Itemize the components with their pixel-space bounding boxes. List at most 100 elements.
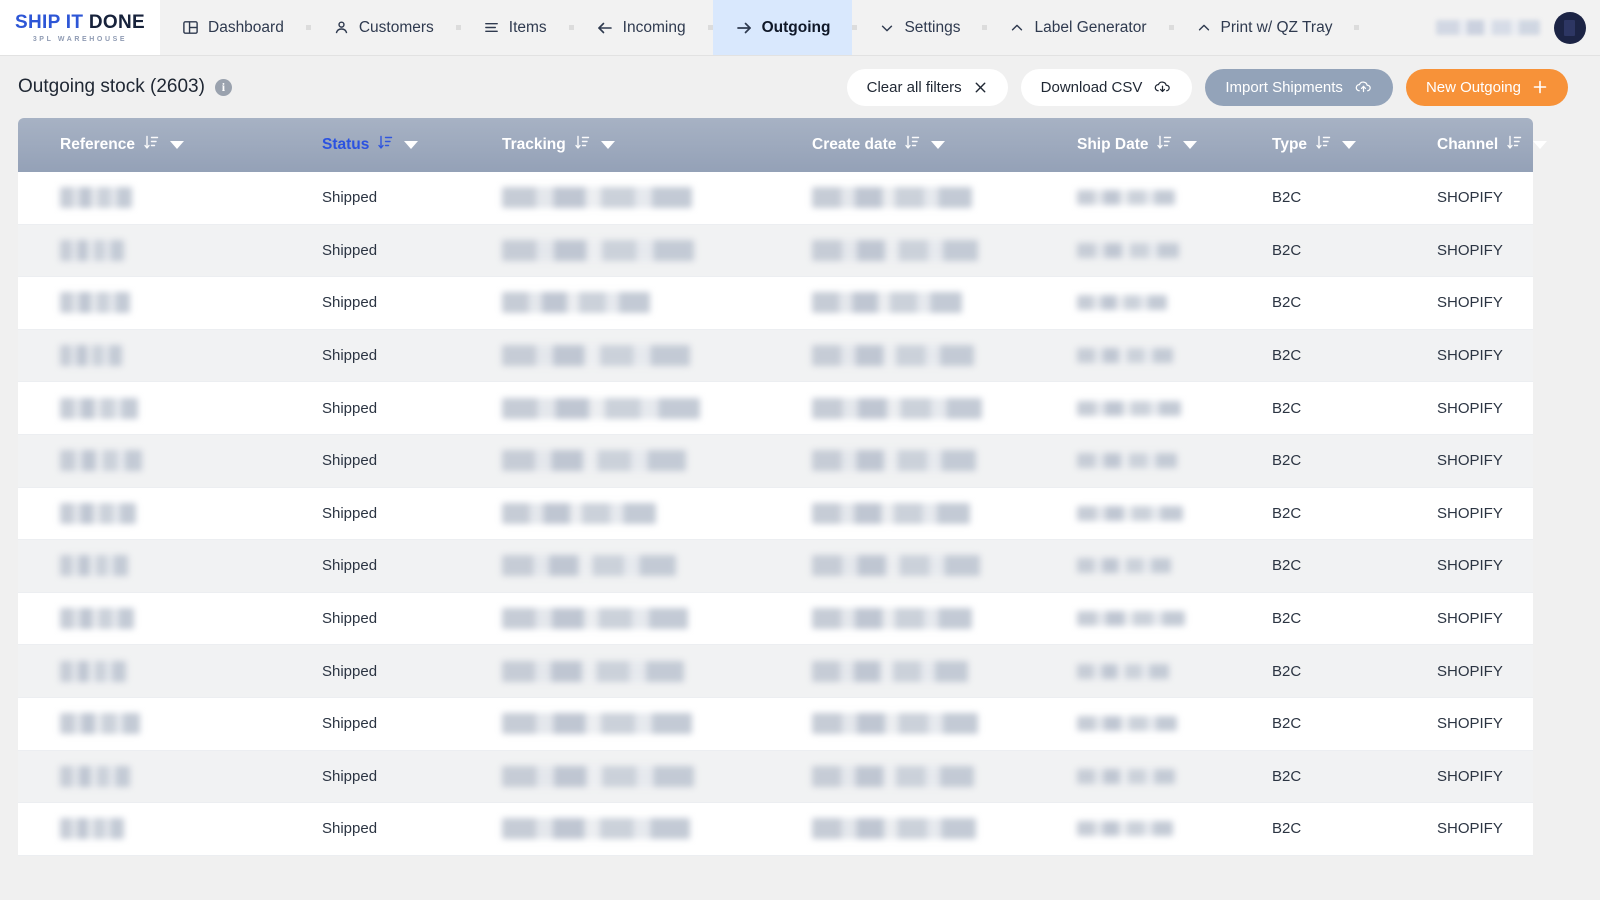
chevron-down-icon[interactable] — [404, 141, 419, 149]
chevron-down-icon[interactable] — [1183, 141, 1198, 149]
dashboard-icon — [182, 19, 199, 36]
cell-reference — [18, 345, 280, 367]
avatar[interactable] — [1554, 11, 1586, 44]
logo-text-right: DONE — [88, 11, 145, 33]
cell-status: Shipped — [322, 662, 378, 680]
cell-reference — [18, 608, 280, 630]
column-label-tracking: Tracking — [502, 136, 566, 153]
create-date-redacted — [812, 555, 980, 577]
cell-type: B2C — [1272, 347, 1302, 365]
nav-item-label-generator[interactable]: Label Generator — [987, 0, 1168, 55]
table-row[interactable]: Shipped B2C SHOPIFY — [18, 645, 1533, 698]
cell-status: Shipped — [322, 715, 378, 733]
nav-items: Dashboard Customers Items Incoming Outgo… — [160, 0, 1600, 55]
cell-ship-date — [1035, 821, 1230, 837]
tracking-redacted — [502, 450, 686, 472]
cell-channel: SHOPIFY — [1437, 715, 1503, 733]
chevron-down-icon — [879, 20, 895, 36]
arrow-left-icon — [596, 19, 614, 37]
table-row[interactable]: Shipped B2C SHOPIFY — [18, 803, 1533, 856]
new-outgoing-button[interactable]: New Outgoing — [1405, 68, 1568, 106]
column-header-channel[interactable]: Channel — [1395, 134, 1548, 156]
cell-reference — [18, 555, 280, 577]
top-navigation-bar: SHIP IT DONE 3PL WAREHOUSE Dashboard Cus… — [0, 0, 1600, 56]
table-row[interactable]: Shipped B2C SHOPIFY — [18, 329, 1533, 383]
table-row[interactable]: Shipped B2C SHOPIFY — [18, 592, 1533, 646]
sort-icon[interactable] — [144, 134, 159, 156]
nav-item-print-qz-tray[interactable]: Print w/ QZ Tray — [1174, 0, 1355, 55]
tracking-redacted — [502, 818, 690, 840]
chevron-down-icon[interactable] — [931, 141, 946, 149]
clear-all-filters-button[interactable]: Clear all filters — [846, 68, 1008, 106]
nav-item-settings[interactable]: Settings — [857, 0, 982, 55]
column-header-ship-date[interactable]: Ship Date — [1035, 134, 1230, 156]
sort-icon[interactable] — [1316, 134, 1331, 156]
sort-icon[interactable] — [575, 134, 590, 156]
table-row[interactable]: Shipped B2C SHOPIFY — [18, 540, 1533, 593]
cell-ship-date — [1035, 242, 1230, 258]
cell-status: Shipped — [322, 452, 378, 470]
cell-create-date — [770, 555, 1035, 577]
download-csv-button[interactable]: Download CSV — [1020, 68, 1193, 106]
chevron-down-icon[interactable] — [1533, 141, 1548, 149]
cell-ship-date — [1035, 663, 1230, 679]
column-header-tracking[interactable]: Tracking — [460, 134, 770, 156]
cell-type: B2C — [1272, 610, 1302, 628]
chevron-down-icon[interactable] — [169, 141, 184, 149]
cell-create-date — [770, 608, 1035, 630]
table-row[interactable]: Shipped B2C SHOPIFY — [18, 750, 1533, 804]
cell-channel: SHOPIFY — [1437, 767, 1503, 785]
cell-reference — [18, 450, 280, 472]
column-label-reference: Reference — [60, 136, 135, 153]
create-date-redacted — [812, 608, 972, 630]
chevron-down-icon[interactable] — [600, 141, 615, 149]
sort-icon[interactable] — [905, 134, 920, 156]
table-row[interactable]: Shipped B2C SHOPIFY — [18, 277, 1533, 330]
reference-redacted — [60, 555, 128, 577]
cell-reference — [18, 239, 280, 261]
cell-status: Shipped — [322, 294, 378, 312]
create-date-redacted — [812, 450, 976, 472]
nav-item-items[interactable]: Items — [461, 0, 569, 55]
sort-icon[interactable] — [1507, 134, 1522, 156]
cell-create-date — [770, 397, 1035, 419]
app-logo[interactable]: SHIP IT DONE 3PL WAREHOUSE — [0, 0, 160, 55]
cell-create-date — [770, 765, 1035, 787]
table-row[interactable]: Shipped B2C SHOPIFY — [18, 224, 1533, 278]
column-header-type[interactable]: Type — [1230, 134, 1395, 156]
cell-type: B2C — [1272, 294, 1302, 312]
nav-item-outgoing[interactable]: Outgoing — [712, 0, 853, 55]
column-header-status[interactable]: Status — [280, 134, 460, 156]
import-shipments-button[interactable]: Import Shipments — [1205, 68, 1393, 106]
page-title: Outgoing stock (2603) — [18, 76, 205, 97]
cell-ship-date — [1035, 190, 1230, 206]
sort-icon[interactable] — [378, 134, 393, 156]
create-date-redacted — [812, 765, 974, 787]
cloud-download-icon — [1153, 79, 1172, 96]
cell-ship-date — [1035, 295, 1230, 311]
cell-create-date — [770, 345, 1035, 367]
cell-status: Shipped — [322, 399, 378, 417]
table-row[interactable]: Shipped B2C SHOPIFY — [18, 172, 1533, 225]
plus-icon — [1532, 79, 1548, 95]
table-row[interactable]: Shipped B2C SHOPIFY — [18, 382, 1533, 435]
sort-icon[interactable] — [1157, 134, 1172, 156]
cell-ship-date — [1035, 505, 1230, 521]
cell-channel: SHOPIFY — [1437, 189, 1503, 207]
cell-type: B2C — [1272, 241, 1302, 259]
reference-redacted — [60, 502, 136, 524]
table-row[interactable]: Shipped B2C SHOPIFY — [18, 434, 1533, 488]
nav-item-dashboard[interactable]: Dashboard — [160, 0, 306, 55]
table-row[interactable]: Shipped B2C SHOPIFY — [18, 697, 1533, 751]
column-header-reference[interactable]: Reference — [18, 134, 280, 156]
nav-item-customers[interactable]: Customers — [311, 0, 456, 55]
cell-status: Shipped — [322, 767, 378, 785]
chevron-down-icon[interactable] — [1342, 141, 1357, 149]
create-date-redacted — [812, 397, 982, 419]
column-header-create-date[interactable]: Create date — [770, 134, 1035, 156]
info-icon[interactable]: i — [214, 79, 232, 97]
nav-item-incoming[interactable]: Incoming — [574, 0, 708, 55]
cell-channel: SHOPIFY — [1437, 294, 1503, 312]
table-row[interactable]: Shipped B2C SHOPIFY — [18, 487, 1533, 541]
cell-status: Shipped — [322, 820, 378, 838]
